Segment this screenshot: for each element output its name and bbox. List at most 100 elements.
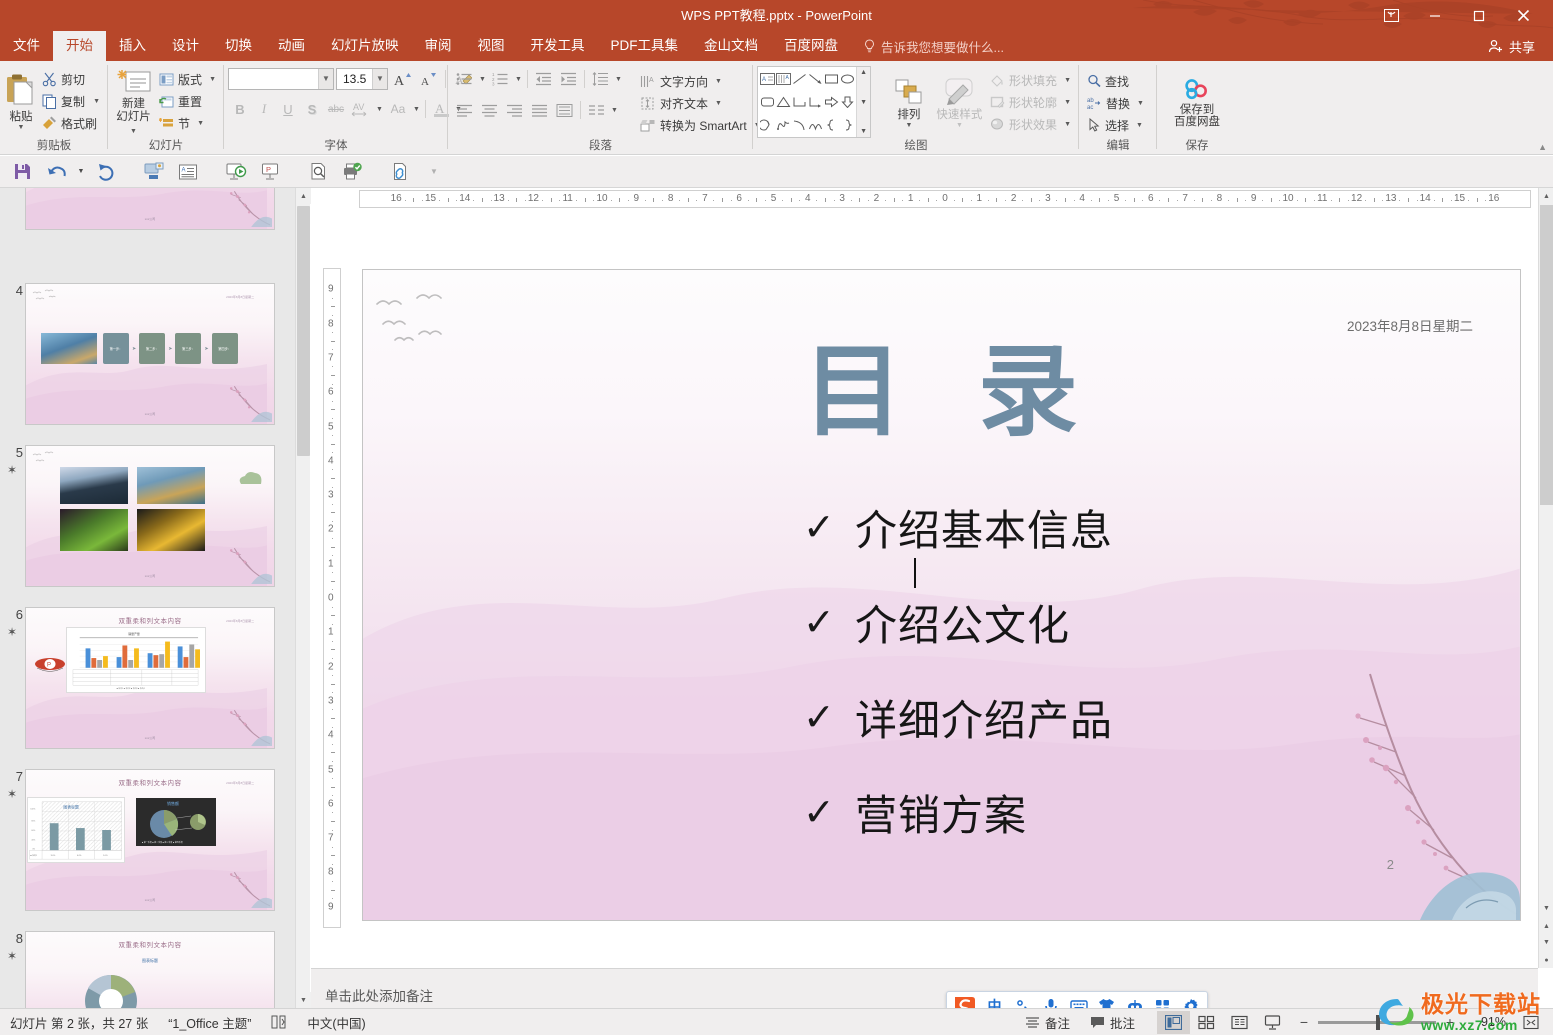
italic-button[interactable]: I <box>252 98 276 120</box>
slide-count-indicator[interactable]: 幻灯片 第 2 张，共 27 张 <box>0 1011 158 1034</box>
zoom-slider[interactable] <box>1318 1014 1436 1030</box>
present-online-button[interactable] <box>138 159 170 185</box>
increase-indent-button[interactable] <box>556 68 581 90</box>
tab-file[interactable]: 文件 <box>0 31 53 61</box>
list-item[interactable]: 6 ✶ 双重柔和列文本内容 2023年8月8日星期二 销量产量 ■ 系列1 ■ … <box>0 607 282 769</box>
tab-review[interactable]: 审阅 <box>412 31 465 61</box>
thumbnail-scrollbar[interactable]: ▲ ▼ <box>295 188 311 1008</box>
customize-qat-button[interactable]: ▼ <box>418 159 450 185</box>
list-item[interactable]: ✓ 介绍基本信息 <box>803 480 1113 575</box>
arrange-button[interactable]: 排列 ▼ <box>885 75 933 129</box>
bullets-button[interactable] <box>452 68 477 90</box>
shape-down-arrow[interactable] <box>839 91 855 114</box>
horizontal-ruler[interactable]: 16 15 14 13 12 11 10 9 8 7 6 5 4 3 2 1 0 1 2 3 4 5 6 7 8 9 10 11 12 1… <box>359 190 1531 208</box>
normal-view-button[interactable] <box>1157 1010 1190 1034</box>
align-text-caret-icon[interactable]: ▼ <box>715 100 722 107</box>
undo-dropdown-button[interactable]: ▼ <box>74 159 88 185</box>
list-item[interactable]: ✓ 介绍公文化 <box>803 575 1113 670</box>
text-shadow-button[interactable]: S <box>300 98 324 120</box>
thumbnail-slide-6[interactable]: 双重柔和列文本内容 2023年8月8日星期二 销量产量 ■ 系列1 ■ 系列2 … <box>25 607 275 749</box>
slide-sorter-view-button[interactable] <box>1190 1011 1223 1034</box>
change-case-button[interactable]: Aa <box>385 98 411 120</box>
shape-arc[interactable] <box>791 113 807 136</box>
tab-pdf-tools[interactable]: PDF工具集 <box>598 31 692 61</box>
scroll-up-button[interactable]: ▲ <box>1539 188 1553 204</box>
shape-left-brace[interactable] <box>823 113 839 136</box>
shape-effects-caret-icon[interactable]: ▼ <box>1064 121 1071 128</box>
convert-to-smartart-button[interactable]: 转换为 SmartArt ▼ <box>636 114 765 136</box>
redo-button[interactable] <box>90 159 122 185</box>
change-case-caret-icon[interactable]: ▼ <box>411 98 422 120</box>
undo-button[interactable] <box>40 159 72 185</box>
numbering-button[interactable]: 1 2 3 <box>488 68 513 90</box>
select-caret-icon[interactable]: ▼ <box>1136 122 1143 129</box>
slide-bullet-list[interactable]: ✓ 介绍基本信息 ✓ 介绍公文化 ✓ 详细介绍产品 ✓ 营销方案 <box>803 480 1113 860</box>
shape-triangle[interactable] <box>775 91 791 114</box>
save-button[interactable] <box>6 159 38 185</box>
shapes-gallery-more-icon[interactable]: ▼ <box>860 128 867 135</box>
slideshow-from-current-button[interactable]: P <box>254 159 286 185</box>
character-spacing-caret-icon[interactable]: ▼ <box>374 98 385 120</box>
thumbnail-slide-8[interactable]: 双重柔和列文本内容 图表标题 <box>25 931 275 1008</box>
tab-baidu-netdisk[interactable]: 百度网盘 <box>771 31 851 61</box>
scroll-down-button[interactable]: ▼ <box>1539 900 1553 916</box>
tell-me-search[interactable]: 告诉我您想要做什么... <box>851 31 1016 61</box>
minimize-button[interactable] <box>1413 0 1457 31</box>
font-size-input[interactable]: 13.5 ▼ <box>336 68 388 90</box>
find-button[interactable]: 查找 <box>1083 70 1148 92</box>
shape-fill-caret-icon[interactable]: ▼ <box>1064 77 1071 84</box>
new-slide-button[interactable]: 新建 幻灯片 ▼ <box>112 66 155 137</box>
copy-button[interactable]: 复制 ▼ <box>38 90 104 112</box>
zoom-out-button[interactable]: − <box>1297 1014 1311 1030</box>
slide-title-text[interactable]: 目 录 <box>803 310 1098 455</box>
thumbnail-slide-5[interactable]: xxx公司 <box>25 445 275 587</box>
quick-styles-caret-icon[interactable]: ▼ <box>956 122 963 129</box>
thumbnail-scroll-up-button[interactable]: ▲ <box>296 188 311 204</box>
start-slideshow-button[interactable] <box>220 159 252 185</box>
shape-line[interactable] <box>791 68 807 91</box>
accessibility-checker-button[interactable] <box>261 1011 297 1034</box>
align-center-button[interactable] <box>477 99 502 121</box>
zoom-control[interactable]: − + 91% <box>1289 1014 1514 1030</box>
layout-caret-icon[interactable]: ▼ <box>209 76 216 83</box>
columns-caret-icon[interactable]: ▼ <box>609 99 620 121</box>
thumbnail-scroll-down-button[interactable]: ▼ <box>296 992 311 1008</box>
shape-textbox[interactable]: A <box>759 68 775 91</box>
section-button[interactable]: 节 ▼ <box>155 112 220 134</box>
slide-navigation-menu-button[interactable]: ● <box>1539 952 1553 968</box>
shape-right-brace[interactable] <box>839 113 855 136</box>
slide-canvas[interactable]: 2023年8月8日星期二 目 录 ✓ 介绍基本信息 ✓ 介绍公文化 ✓ 详细介绍… <box>362 269 1521 921</box>
arrange-caret-icon[interactable]: ▼ <box>905 122 912 129</box>
print-preview-button[interactable] <box>302 159 334 185</box>
list-item[interactable]: 8 ✶ 双重柔和列文本内容 图表标题 <box>0 931 282 1008</box>
previous-slide-button[interactable]: ▲ <box>1539 918 1553 934</box>
reset-button[interactable]: 重置 <box>155 90 220 112</box>
tab-view[interactable]: 视图 <box>465 31 518 61</box>
comments-toggle-button[interactable]: 批注 <box>1080 1011 1145 1034</box>
quick-styles-button[interactable]: 快速样式 ▼ <box>933 75 986 129</box>
tab-insert[interactable]: 插入 <box>106 31 159 61</box>
text-direction-caret-icon[interactable]: ▼ <box>715 78 722 85</box>
section-caret-icon[interactable]: ▼ <box>197 120 204 127</box>
save-to-baidu-netdisk-button[interactable]: 保存到 百度网盘 <box>1165 75 1229 128</box>
list-item[interactable]: ✓ 营销方案 <box>803 765 1113 860</box>
bold-button[interactable]: B <box>228 98 252 120</box>
zoom-slider-handle[interactable] <box>1376 1014 1380 1030</box>
zoom-level-label[interactable]: 91% <box>1464 1015 1506 1029</box>
tab-transitions[interactable]: 切换 <box>212 31 265 61</box>
zoom-in-button[interactable]: + <box>1443 1014 1457 1030</box>
text-direction-button[interactable]: A 文字方向 ▼ <box>636 70 765 92</box>
shape-rectangle[interactable] <box>823 68 839 91</box>
ribbon-display-options-button[interactable] <box>1369 0 1413 31</box>
list-item[interactable]: 第一季度第二季度第三季度第四季度 xxx公司 <box>0 188 282 248</box>
paste-caret-icon[interactable]: ▼ <box>18 124 25 131</box>
slide-thumbnail-panel[interactable]: 第一季度第二季度第三季度第四季度 xxx公司 4 <box>0 188 295 1008</box>
bullets-caret-icon[interactable]: ▼ <box>477 68 488 90</box>
align-text-button[interactable]: 对齐文本 ▼ <box>636 92 765 114</box>
share-button[interactable]: 共享 <box>1478 35 1545 58</box>
increase-font-size-button[interactable]: A <box>390 68 414 90</box>
line-spacing-caret-icon[interactable]: ▼ <box>613 68 624 90</box>
tab-developer[interactable]: 开发工具 <box>518 31 598 61</box>
shape-right-arrow[interactable] <box>823 91 839 114</box>
print-check-button[interactable] <box>336 159 368 185</box>
